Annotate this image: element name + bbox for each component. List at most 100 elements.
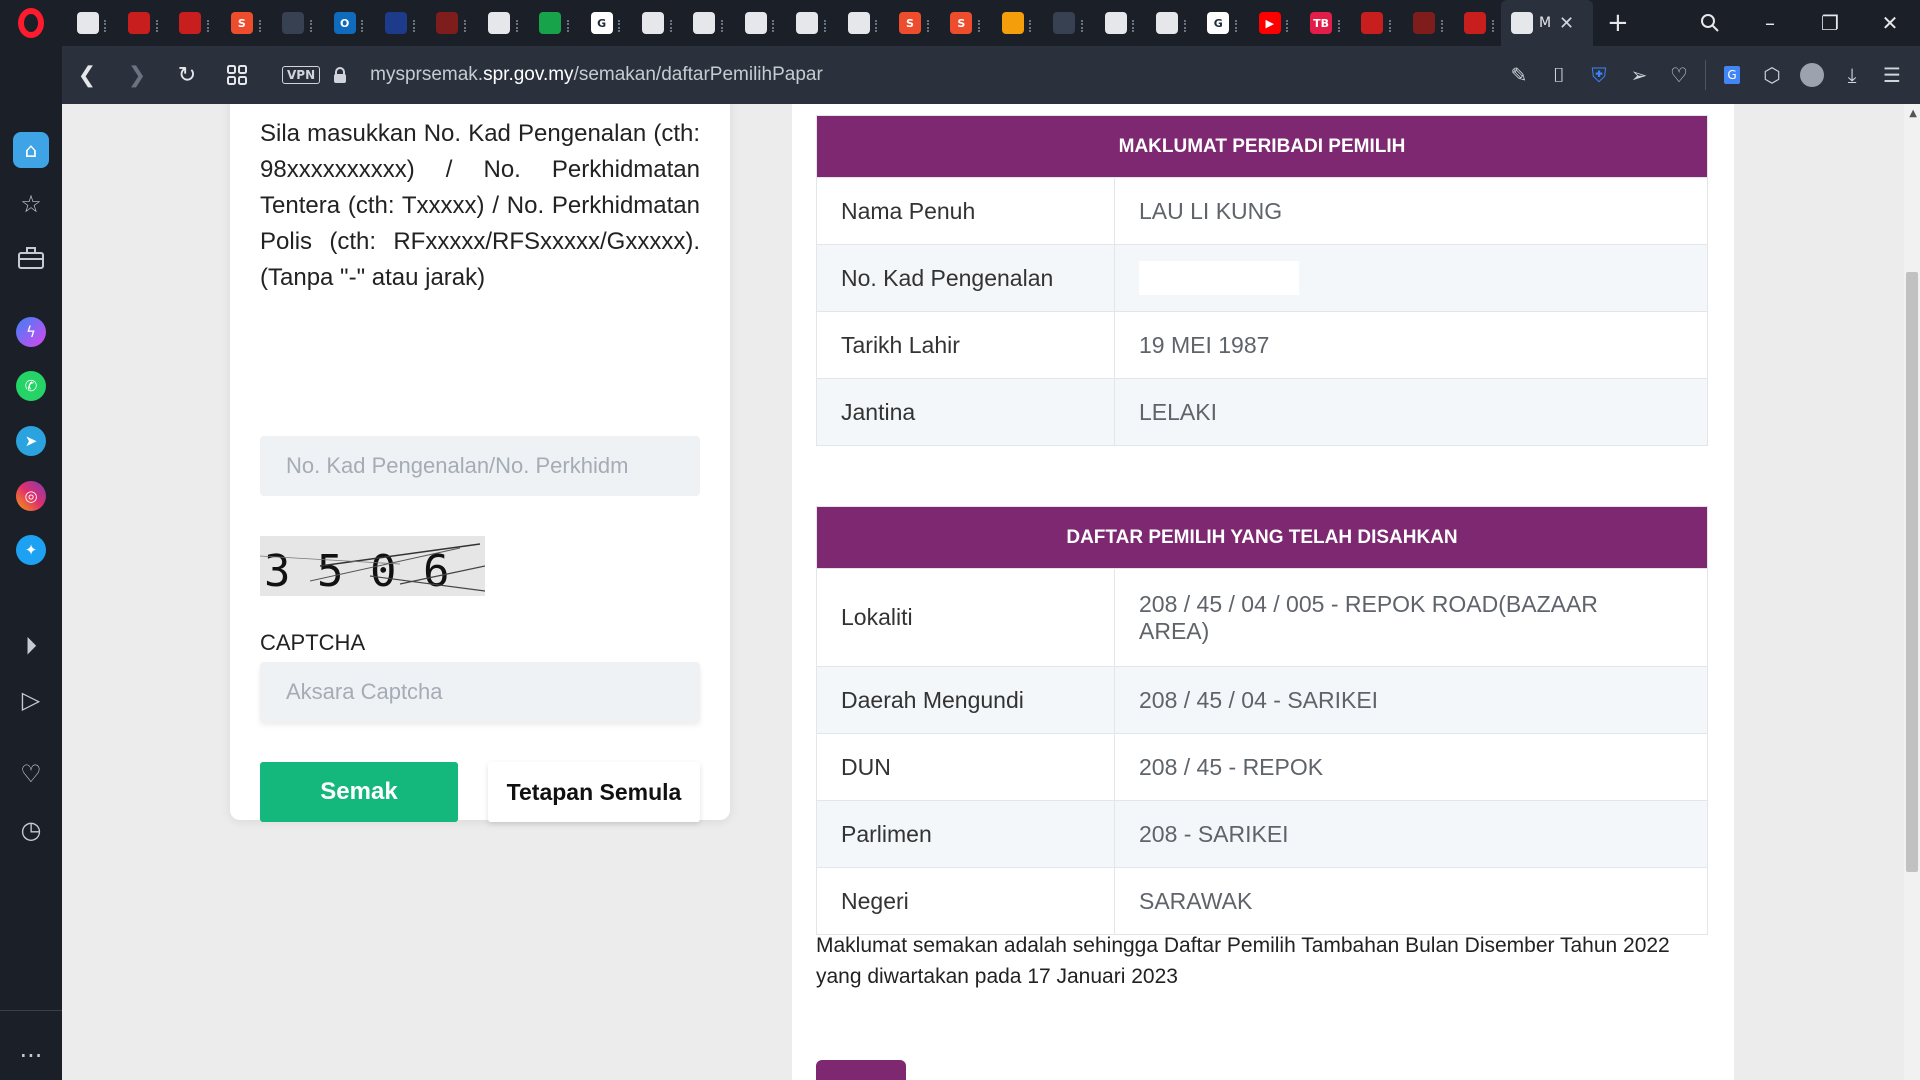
tab-shopee-1[interactable]: S bbox=[216, 0, 267, 46]
sidebar-more-button[interactable]: ··· bbox=[0, 1032, 62, 1080]
close-window-button[interactable]: ✕ bbox=[1860, 0, 1920, 46]
tab-globe-3[interactable] bbox=[679, 0, 730, 46]
tab-globe-6[interactable] bbox=[833, 0, 884, 46]
download-icon[interactable]: ⤓ bbox=[1832, 46, 1872, 104]
captcha-label: CAPTCHA bbox=[260, 630, 366, 655]
sidebar-send-button[interactable]: ▷ bbox=[0, 676, 62, 724]
sidebar-pinboard-button[interactable]: ♡ bbox=[0, 750, 62, 798]
tab-active-spr[interactable]: M ✕ bbox=[1500, 0, 1593, 46]
tab-search-icon[interactable] bbox=[1680, 0, 1740, 46]
favorite-heart-icon[interactable]: ♡ bbox=[1659, 46, 1699, 104]
extensions-cube-icon[interactable]: ⬡ bbox=[1752, 46, 1792, 104]
scrollbar-thumb[interactable] bbox=[1906, 272, 1918, 872]
sidebar-home-button[interactable]: ⌂ bbox=[0, 126, 62, 174]
sidebar-workspace-button[interactable] bbox=[0, 234, 62, 282]
tab-emblem[interactable] bbox=[525, 0, 576, 46]
tab-strip: S O G S S G ▶ TB M ✕ bbox=[62, 0, 1593, 46]
captcha-input[interactable] bbox=[260, 662, 700, 722]
tab-google-1[interactable]: G bbox=[576, 0, 627, 46]
tab-google-2[interactable]: G bbox=[1193, 0, 1244, 46]
tab-separator bbox=[1132, 20, 1135, 32]
lock-icon[interactable] bbox=[334, 67, 347, 83]
shield-icon[interactable]: ⛨ bbox=[1579, 46, 1619, 104]
row-label: Jantina bbox=[816, 378, 1115, 446]
tab-opera-1-favicon-icon bbox=[436, 12, 459, 34]
sidebar-divider bbox=[0, 1010, 62, 1011]
opera-menu-button[interactable] bbox=[0, 0, 62, 46]
edit-icon[interactable]: ✎ bbox=[1499, 46, 1539, 104]
tab-cartoon-2[interactable] bbox=[165, 0, 216, 46]
tab-shopee-1-favicon-icon: S bbox=[230, 12, 253, 34]
reload-button[interactable]: ↻ bbox=[162, 46, 212, 104]
tab-globe-3-favicon-icon bbox=[693, 12, 716, 34]
sidebar-telegram-button[interactable]: ➤ bbox=[0, 417, 62, 465]
send-arrow-icon[interactable]: ➢ bbox=[1619, 46, 1659, 104]
tab-grid-button[interactable] bbox=[212, 46, 262, 104]
url-host-prefix: mysprsemak. bbox=[370, 64, 484, 85]
camera-icon[interactable]: ⌷ bbox=[1539, 46, 1579, 104]
tab-outlook[interactable]: O bbox=[319, 0, 370, 46]
sidebar-whatsapp-button[interactable]: ✆ bbox=[0, 362, 62, 410]
sidebar-messenger-button[interactable]: ϟ bbox=[0, 308, 62, 356]
tab-separator bbox=[669, 20, 673, 32]
url-field[interactable]: mysprsemak.spr.gov.my/semakan/daftarPemi… bbox=[370, 64, 823, 86]
tab-emblem-favicon-icon bbox=[539, 12, 562, 34]
minimize-button[interactable]: – bbox=[1740, 0, 1800, 46]
sidebar-player-button[interactable]: ⏵ bbox=[0, 622, 62, 670]
restore-button[interactable]: ❐ bbox=[1800, 0, 1860, 46]
table-row: Nama Penuh LAU LI KUNG bbox=[816, 177, 1708, 245]
easy-setup-icon[interactable]: ☰ bbox=[1872, 46, 1912, 104]
captcha-image: 3 5 0 6 bbox=[260, 536, 485, 596]
tab-globe-4[interactable] bbox=[730, 0, 781, 46]
tab-speed[interactable] bbox=[1038, 0, 1089, 46]
check-button[interactable]: Semak bbox=[260, 762, 458, 822]
toolbar-icons: ✎ ⌷ ⛨ ➢ ♡ G ⬡ ⤓ ☰ bbox=[1499, 46, 1920, 104]
profile-avatar-icon[interactable] bbox=[1792, 46, 1832, 104]
tab-separator bbox=[1286, 20, 1289, 32]
vpn-badge[interactable]: VPN bbox=[282, 66, 321, 84]
tab-separator bbox=[104, 20, 107, 32]
tab-globe-1[interactable] bbox=[473, 0, 524, 46]
tab-tool[interactable] bbox=[370, 0, 421, 46]
tab-grid[interactable] bbox=[987, 0, 1038, 46]
tab-swirl-2-favicon-icon bbox=[1155, 12, 1178, 34]
row-value: 208 - SARIKEI bbox=[1114, 800, 1708, 868]
tab-separator bbox=[618, 20, 621, 32]
tab-swirl-1[interactable] bbox=[1090, 0, 1141, 46]
tab-doc[interactable] bbox=[62, 0, 113, 46]
new-tab-button[interactable]: + bbox=[1593, 0, 1643, 46]
tab-swirl-2[interactable] bbox=[1141, 0, 1192, 46]
heart-icon: ♡ bbox=[20, 760, 42, 788]
tab-cartoon-1[interactable] bbox=[113, 0, 164, 46]
tab-globe-5[interactable] bbox=[781, 0, 832, 46]
page-scrollbar[interactable]: ▲ bbox=[1904, 104, 1920, 1080]
reset-button[interactable]: Tetapan Semula bbox=[488, 762, 700, 822]
tab-cartoon-4[interactable] bbox=[1450, 0, 1501, 46]
tab-globe-2[interactable] bbox=[627, 0, 678, 46]
back-page-button[interactable] bbox=[816, 1060, 906, 1080]
ic-number-input[interactable] bbox=[260, 436, 700, 496]
tab-camera[interactable] bbox=[268, 0, 319, 46]
tab-opera-2[interactable] bbox=[1398, 0, 1449, 46]
row-label: No. Kad Pengenalan bbox=[816, 244, 1115, 312]
tab-separator bbox=[155, 20, 159, 32]
tab-opera-1[interactable] bbox=[422, 0, 473, 46]
sidebar-instagram-button[interactable]: ◎ bbox=[0, 472, 62, 520]
active-tab-title: M bbox=[1538, 15, 1552, 31]
tab-shopee-2[interactable]: S bbox=[884, 0, 935, 46]
sidebar-bookmarks-button[interactable]: ☆ bbox=[0, 180, 62, 228]
tab-tb[interactable]: TB bbox=[1295, 0, 1346, 46]
scroll-up-arrow-icon[interactable]: ▲ bbox=[1909, 108, 1917, 119]
tab-shopee-3[interactable]: S bbox=[936, 0, 987, 46]
tab-separator bbox=[1491, 20, 1495, 32]
sidebar-twitter-button[interactable]: ✦ bbox=[0, 526, 62, 574]
tab-cartoon-3[interactable] bbox=[1347, 0, 1398, 46]
close-tab-icon[interactable]: ✕ bbox=[1559, 13, 1574, 34]
forward-button[interactable]: ❯ bbox=[112, 46, 162, 104]
translate-icon[interactable]: G bbox=[1712, 46, 1752, 104]
url-host: spr.gov.my bbox=[483, 64, 574, 85]
sidebar-history-button[interactable]: ◷ bbox=[0, 806, 62, 854]
table-row: Negeri SARAWAK bbox=[816, 867, 1708, 935]
tab-youtube[interactable]: ▶ bbox=[1244, 0, 1295, 46]
back-button[interactable]: ❮ bbox=[62, 46, 112, 104]
